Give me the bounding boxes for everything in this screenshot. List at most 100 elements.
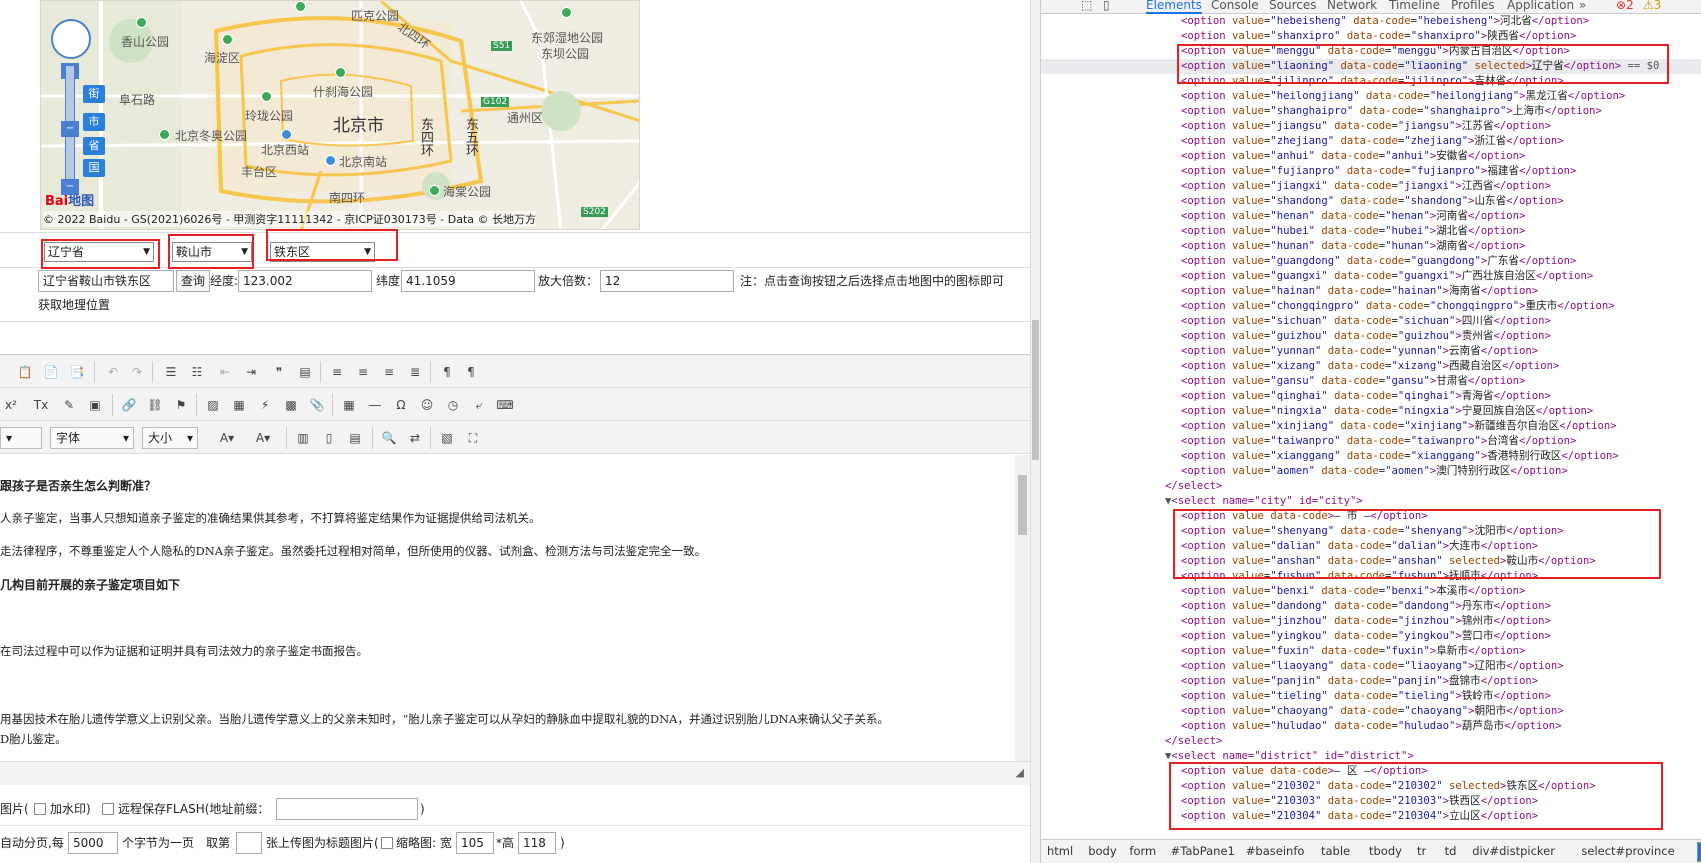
map-level-country-button[interactable]: 国 bbox=[83, 159, 105, 177]
breadcrumb-item[interactable]: select#province bbox=[1581, 844, 1674, 858]
zoom-input[interactable]: 12 bbox=[600, 270, 734, 292]
outdent-icon[interactable]: ⇤ bbox=[214, 361, 236, 383]
longitude-input[interactable]: 123.002 bbox=[238, 270, 372, 292]
horizontal-rule-icon[interactable]: ― bbox=[364, 394, 386, 416]
breadcrumb-item[interactable]: html bbox=[1047, 844, 1073, 858]
breadcrumb-item[interactable]: tr bbox=[1417, 844, 1426, 858]
select-city-node[interactable]: ▼<select name="city" id="city"> bbox=[1041, 494, 1701, 509]
background-color-icon[interactable]: A▾ bbox=[246, 427, 280, 449]
font-size-select[interactable]: 大小 ▾ bbox=[142, 427, 198, 449]
option-node[interactable]: <option value="chongqingpro" data-code="… bbox=[1041, 299, 1701, 314]
station-poi-icon[interactable] bbox=[281, 129, 292, 140]
option-node[interactable]: <option value="guangxi" data-code="guang… bbox=[1041, 269, 1701, 284]
option-node[interactable]: <option value="yingkou" data-code="yingk… bbox=[1041, 629, 1701, 644]
option-node[interactable]: <option value="shanghaipro" data-code="s… bbox=[1041, 104, 1701, 119]
remote-flash-checkbox[interactable] bbox=[102, 803, 114, 815]
address-input[interactable]: 辽宁省鞍山市铁东区 bbox=[38, 270, 174, 292]
option-node[interactable]: <option value="gansu" data-code="gansu">… bbox=[1041, 374, 1701, 389]
select-close-node[interactable]: </select> bbox=[1041, 479, 1701, 494]
option-node[interactable]: <option value="heilongjiang" data-code="… bbox=[1041, 89, 1701, 104]
media-icon[interactable]: ▩ bbox=[280, 394, 302, 416]
select-all-icon[interactable]: ▣ bbox=[84, 394, 106, 416]
align-center-icon[interactable]: ≡ bbox=[352, 361, 374, 383]
anchor-icon[interactable]: ⚑ bbox=[170, 394, 192, 416]
option-node[interactable]: <option value="shanxipro" data-code="sha… bbox=[1041, 29, 1701, 44]
option-node[interactable]: <option value="panjin" data-code="panjin… bbox=[1041, 674, 1701, 689]
option-node[interactable]: <option value="yunnan" data-code="yunnan… bbox=[1041, 344, 1701, 359]
option-node[interactable]: <option value="guangdong" data-code="gua… bbox=[1041, 254, 1701, 269]
format-painter-icon[interactable]: ✎ bbox=[58, 394, 80, 416]
maximize-icon[interactable]: ⛶ bbox=[462, 427, 484, 449]
redo-icon[interactable]: ↷ bbox=[126, 361, 148, 383]
unlink-icon[interactable]: ⛓ bbox=[144, 394, 166, 416]
station-poi-icon[interactable] bbox=[325, 155, 336, 166]
option-node[interactable]: <option value="benxi" data-code="benxi">… bbox=[1041, 584, 1701, 599]
zoom-handle[interactable]: − bbox=[61, 121, 79, 137]
option-node[interactable]: <option value="tieling" data-code="tieli… bbox=[1041, 689, 1701, 704]
option-node[interactable]: <option value="fujianpro" data-code="fuj… bbox=[1041, 164, 1701, 179]
breadcrumb-item[interactable]: table bbox=[1321, 844, 1350, 858]
blockquote-icon[interactable]: ❞ bbox=[268, 361, 290, 383]
tab-elements[interactable]: Elements bbox=[1146, 0, 1202, 14]
park-poi-icon[interactable] bbox=[222, 34, 233, 45]
option-node[interactable]: <option value="zhejiang" data-code="zhej… bbox=[1041, 134, 1701, 149]
map-level-street-button[interactable]: 街 bbox=[83, 85, 105, 103]
breadcrumb-item[interactable]: form bbox=[1129, 844, 1156, 858]
div-container-icon[interactable]: ▤ bbox=[294, 361, 316, 383]
warning-count-badge[interactable]: ⚠3 bbox=[1643, 0, 1661, 12]
tab-profiles[interactable]: Profiles bbox=[1451, 0, 1495, 12]
tab-sources[interactable]: Sources bbox=[1269, 0, 1316, 12]
option-node[interactable]: <option value="xianggang" data-code="xia… bbox=[1041, 449, 1701, 464]
park-poi-icon[interactable] bbox=[561, 7, 572, 18]
remove-format-icon[interactable]: Tx bbox=[30, 394, 52, 416]
time-icon[interactable]: ◷ bbox=[442, 394, 464, 416]
select-close-node[interactable]: </select> bbox=[1041, 734, 1701, 749]
page-scrollbar[interactable] bbox=[1030, 0, 1040, 863]
option-node[interactable]: <option value="ningxia" data-code="ningx… bbox=[1041, 404, 1701, 419]
thumb-height-input[interactable]: 118 bbox=[518, 832, 556, 854]
elements-tree[interactable]: <option value="hebeisheng" data-code="he… bbox=[1041, 14, 1701, 839]
park-poi-icon[interactable] bbox=[335, 67, 346, 78]
tab-application[interactable]: Application bbox=[1507, 0, 1574, 12]
flash-icon[interactable]: ⚡ bbox=[254, 394, 276, 416]
special-char-icon[interactable]: Ω bbox=[390, 394, 412, 416]
breadcrumb-item[interactable]: td bbox=[1445, 844, 1457, 858]
bullet-list-icon[interactable]: ☷ bbox=[186, 361, 208, 383]
find-icon[interactable]: 🔍 bbox=[378, 427, 400, 449]
text-color-icon[interactable]: A▾ bbox=[210, 427, 244, 449]
replace-icon[interactable]: ⇄ bbox=[404, 427, 426, 449]
align-right-icon[interactable]: ≡ bbox=[378, 361, 400, 383]
map-level-province-button[interactable]: 省 bbox=[83, 137, 105, 155]
option-node[interactable]: <option value="hebeisheng" data-code="he… bbox=[1041, 14, 1701, 29]
tab-network[interactable]: Network bbox=[1327, 0, 1377, 12]
option-node[interactable]: <option value="henan" data-code="henan">… bbox=[1041, 209, 1701, 224]
option-node[interactable]: <option value="guizhou" data-code="guizh… bbox=[1041, 329, 1701, 344]
breadcrumb-item[interactable]: #TabPane1 bbox=[1171, 844, 1235, 858]
option-node[interactable]: <option value="jiangxi" data-code="jiang… bbox=[1041, 179, 1701, 194]
option-node[interactable]: <option value="chaoyang" data-code="chao… bbox=[1041, 704, 1701, 719]
latitude-input[interactable]: 41.1059 bbox=[401, 270, 535, 292]
source-icon[interactable]: ▧ bbox=[436, 427, 458, 449]
title-image-index-input[interactable] bbox=[236, 832, 262, 854]
breadcrumb-item[interactable]: #baseinfo bbox=[1246, 844, 1305, 858]
breadcrumb-item[interactable]: body bbox=[1088, 844, 1116, 858]
document-icon[interactable]: ▤ bbox=[344, 427, 366, 449]
inspect-element-icon[interactable]: ⬚ bbox=[1081, 0, 1092, 12]
align-justify-icon[interactable]: ≣ bbox=[404, 361, 426, 383]
park-poi-icon[interactable] bbox=[261, 91, 272, 102]
link-icon[interactable]: 🔗 bbox=[118, 394, 140, 416]
breadcrumb-item[interactable]: option bbox=[1697, 842, 1701, 862]
multi-image-icon[interactable]: ▦ bbox=[228, 394, 250, 416]
paste-icon[interactable]: 📋 bbox=[14, 361, 36, 383]
table-icon[interactable]: ▦ bbox=[338, 394, 360, 416]
thumb-width-input[interactable]: 105 bbox=[456, 832, 494, 854]
font-family-select[interactable]: 字体 ▾ bbox=[50, 427, 134, 449]
align-left-icon[interactable]: ≡ bbox=[326, 361, 348, 383]
option-node[interactable]: <option value="xizang" data-code="xizang… bbox=[1041, 359, 1701, 374]
format-select[interactable]: ▾ bbox=[0, 427, 42, 449]
image-icon[interactable]: ▨ bbox=[202, 394, 224, 416]
map-pan-control[interactable] bbox=[51, 19, 91, 59]
error-count-badge[interactable]: ⊗2 bbox=[1616, 0, 1634, 12]
more-tabs-icon[interactable]: » bbox=[1579, 0, 1586, 12]
option-node[interactable]: <option value="liaoyang" data-code="liao… bbox=[1041, 659, 1701, 674]
